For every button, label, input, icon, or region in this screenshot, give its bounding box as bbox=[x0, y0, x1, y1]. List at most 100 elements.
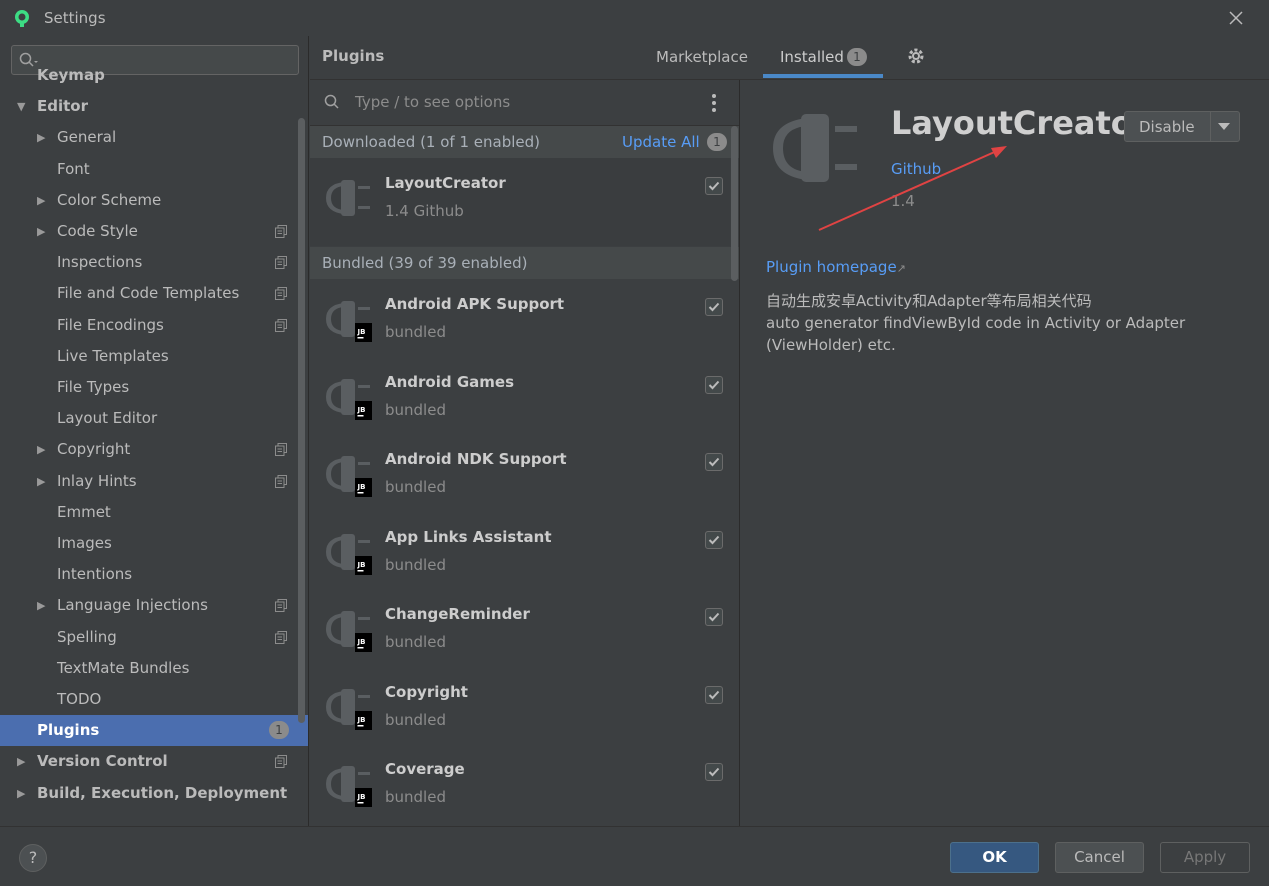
sidebar-item[interactable]: Keymap bbox=[0, 60, 296, 91]
plugin-enabled-checkbox[interactable] bbox=[705, 453, 723, 471]
sidebar-item[interactable]: File Types bbox=[0, 372, 296, 403]
plugin-icon: JB bbox=[326, 533, 372, 575]
sidebar-item-label: File and Code Templates bbox=[57, 284, 240, 303]
plugin-subtitle: bundled bbox=[385, 555, 446, 574]
tab-active-indicator bbox=[763, 74, 883, 78]
collapse-arrow-icon[interactable]: ▶ bbox=[37, 216, 45, 247]
collapse-arrow-icon[interactable]: ▶ bbox=[17, 778, 25, 809]
svg-text:JB: JB bbox=[357, 483, 366, 491]
collapse-arrow-icon[interactable]: ▶ bbox=[37, 590, 45, 621]
ok-button[interactable]: OK bbox=[950, 842, 1039, 873]
update-all-link[interactable]: Update All bbox=[622, 133, 700, 151]
plugin-enabled-checkbox[interactable] bbox=[705, 375, 723, 394]
description-line: 自动生成安卓Activity和Adapter等布局相关代码 bbox=[766, 292, 1092, 310]
plugin-homepage-link[interactable]: Plugin homepage↗ bbox=[766, 258, 906, 276]
sidebar-item[interactable]: Live Templates bbox=[0, 341, 296, 372]
sidebar-item[interactable]: Spelling bbox=[0, 622, 296, 653]
plugin-list-item[interactable]: JB App Links Assistant bundled bbox=[310, 512, 730, 589]
more-options-icon[interactable] bbox=[711, 94, 717, 112]
plugin-name: LayoutCreator bbox=[385, 174, 506, 192]
plugin-icon: JB bbox=[326, 456, 372, 497]
sidebar-item[interactable]: Layout Editor bbox=[0, 403, 296, 434]
sidebar-item[interactable]: ▶ Inlay Hints bbox=[0, 466, 296, 497]
sidebar-item[interactable]: TextMate Bundles bbox=[0, 653, 296, 684]
plugin-name: Copyright bbox=[385, 682, 468, 701]
collapse-arrow-icon[interactable]: ▶ bbox=[17, 746, 25, 777]
sidebar-item[interactable]: ▶ Code Style bbox=[0, 216, 296, 247]
apply-button[interactable]: Apply bbox=[1160, 842, 1250, 873]
plugin-list-item[interactable]: JB Android Games bundled bbox=[310, 357, 730, 434]
gear-icon[interactable] bbox=[907, 47, 925, 65]
sidebar-item-label: Images bbox=[57, 534, 112, 552]
plugin-list-item[interactable]: JB ChangeReminder bundled bbox=[310, 589, 730, 666]
disable-label: Disable bbox=[1139, 118, 1195, 136]
plugin-list-item[interactable]: LayoutCreator 1.4 Github bbox=[310, 158, 730, 235]
page-title: Plugins bbox=[322, 47, 385, 65]
sidebar-item[interactable]: Emmet bbox=[0, 497, 296, 528]
sidebar-item[interactable]: ▶ General bbox=[0, 122, 296, 153]
plugin-enabled-checkbox[interactable] bbox=[705, 298, 723, 316]
sidebar-item[interactable]: ▶ Copyright bbox=[0, 434, 296, 465]
sidebar-scrollbar[interactable] bbox=[298, 118, 305, 723]
sidebar-item[interactable]: ▼ Editor bbox=[0, 91, 296, 122]
plugin-list-item[interactable]: JB Android NDK Support bundled bbox=[310, 434, 730, 511]
sidebar-item[interactable]: Inspections bbox=[0, 247, 296, 278]
plugin-name: ChangeReminder bbox=[385, 605, 530, 623]
plugin-icon: JB bbox=[326, 611, 372, 652]
sidebar-item-label: Build, Execution, Deployment bbox=[37, 783, 288, 802]
sidebar-item-label: File Types bbox=[57, 378, 130, 396]
sidebar-item[interactable]: ▶ Version Control bbox=[0, 746, 296, 777]
plugin-enabled-checkbox[interactable] bbox=[705, 608, 723, 626]
vendor-link[interactable]: Github bbox=[891, 160, 941, 178]
project-settings-icon bbox=[275, 443, 287, 457]
sidebar-item[interactable]: File Encodings bbox=[0, 310, 296, 341]
search-icon bbox=[324, 94, 339, 109]
sidebar-item[interactable]: ▶ Color Scheme bbox=[0, 185, 296, 216]
plugin-list-item[interactable]: JB Copyright bundled bbox=[310, 667, 730, 744]
button-separator bbox=[1210, 112, 1211, 141]
collapse-arrow-icon[interactable]: ▶ bbox=[37, 466, 45, 497]
chevron-down-icon[interactable] bbox=[1218, 123, 1230, 130]
sidebar-item-label: Spelling bbox=[57, 627, 117, 646]
disable-button[interactable]: Disable bbox=[1124, 111, 1240, 142]
plugin-enabled-checkbox[interactable] bbox=[705, 530, 723, 549]
cancel-button[interactable]: Cancel bbox=[1055, 842, 1144, 873]
tab-installed[interactable]: Installed bbox=[780, 48, 844, 66]
sidebar-item-label: Color Scheme bbox=[57, 190, 162, 209]
plugin-enabled-checkbox[interactable] bbox=[705, 685, 723, 704]
downloaded-label: Downloaded (1 of 1 enabled) bbox=[322, 133, 540, 151]
plugin-enabled-checkbox[interactable] bbox=[705, 763, 723, 781]
sidebar-item[interactable]: ▶ Language Injections bbox=[0, 590, 296, 621]
plugin-subtitle: bundled bbox=[385, 788, 446, 806]
sidebar-item[interactable]: Images bbox=[0, 528, 296, 559]
sidebar-item[interactable]: Plugins 1 bbox=[0, 715, 308, 747]
plugin-list-scrollbar[interactable] bbox=[731, 126, 738, 281]
plugin-description: 自动生成安卓Activity和Adapter等布局相关代码 auto gener… bbox=[766, 290, 1246, 356]
sidebar-item[interactable]: ▶ Build, Execution, Deployment bbox=[0, 778, 296, 809]
sidebar-item-label: Font bbox=[57, 159, 90, 178]
plugin-list-item[interactable]: JB Android APK Support bundled bbox=[310, 279, 730, 356]
plugin-search-input[interactable]: Type / to see options bbox=[310, 80, 739, 126]
collapse-arrow-icon[interactable]: ▶ bbox=[37, 434, 45, 465]
plugin-list: Type / to see options Downloaded (1 of 1… bbox=[310, 80, 740, 826]
update-badge: 1 bbox=[707, 133, 727, 151]
expand-arrow-icon[interactable]: ▼ bbox=[17, 91, 25, 122]
help-button[interactable]: ? bbox=[19, 844, 47, 872]
sidebar-item[interactable]: TODO bbox=[0, 684, 296, 715]
plugin-icon: JB bbox=[326, 301, 372, 342]
collapse-arrow-icon[interactable]: ▶ bbox=[37, 122, 45, 153]
close-icon[interactable] bbox=[1225, 7, 1247, 29]
project-settings-icon bbox=[275, 225, 287, 238]
sidebar-item[interactable]: Font bbox=[0, 154, 296, 185]
window-title: Settings bbox=[44, 9, 106, 27]
settings-sidebar: Keymap ▼ Editor ▶ General Font ▶ Color Scheme ▶ C… bbox=[0, 36, 309, 826]
project-settings-icon bbox=[275, 318, 287, 332]
sidebar-item[interactable]: File and Code Templates bbox=[0, 278, 296, 309]
plugin-detail: LayoutCreator Github 1.4 Disable Plugin … bbox=[741, 80, 1269, 826]
plugin-list-item[interactable]: JB Coverage bundled bbox=[310, 744, 730, 821]
sidebar-item[interactable]: Intentions bbox=[0, 559, 296, 590]
plugin-enabled-checkbox[interactable] bbox=[705, 177, 723, 195]
sidebar-item-label: Intentions bbox=[57, 565, 133, 584]
tab-marketplace[interactable]: Marketplace bbox=[656, 48, 748, 66]
collapse-arrow-icon[interactable]: ▶ bbox=[37, 185, 45, 216]
